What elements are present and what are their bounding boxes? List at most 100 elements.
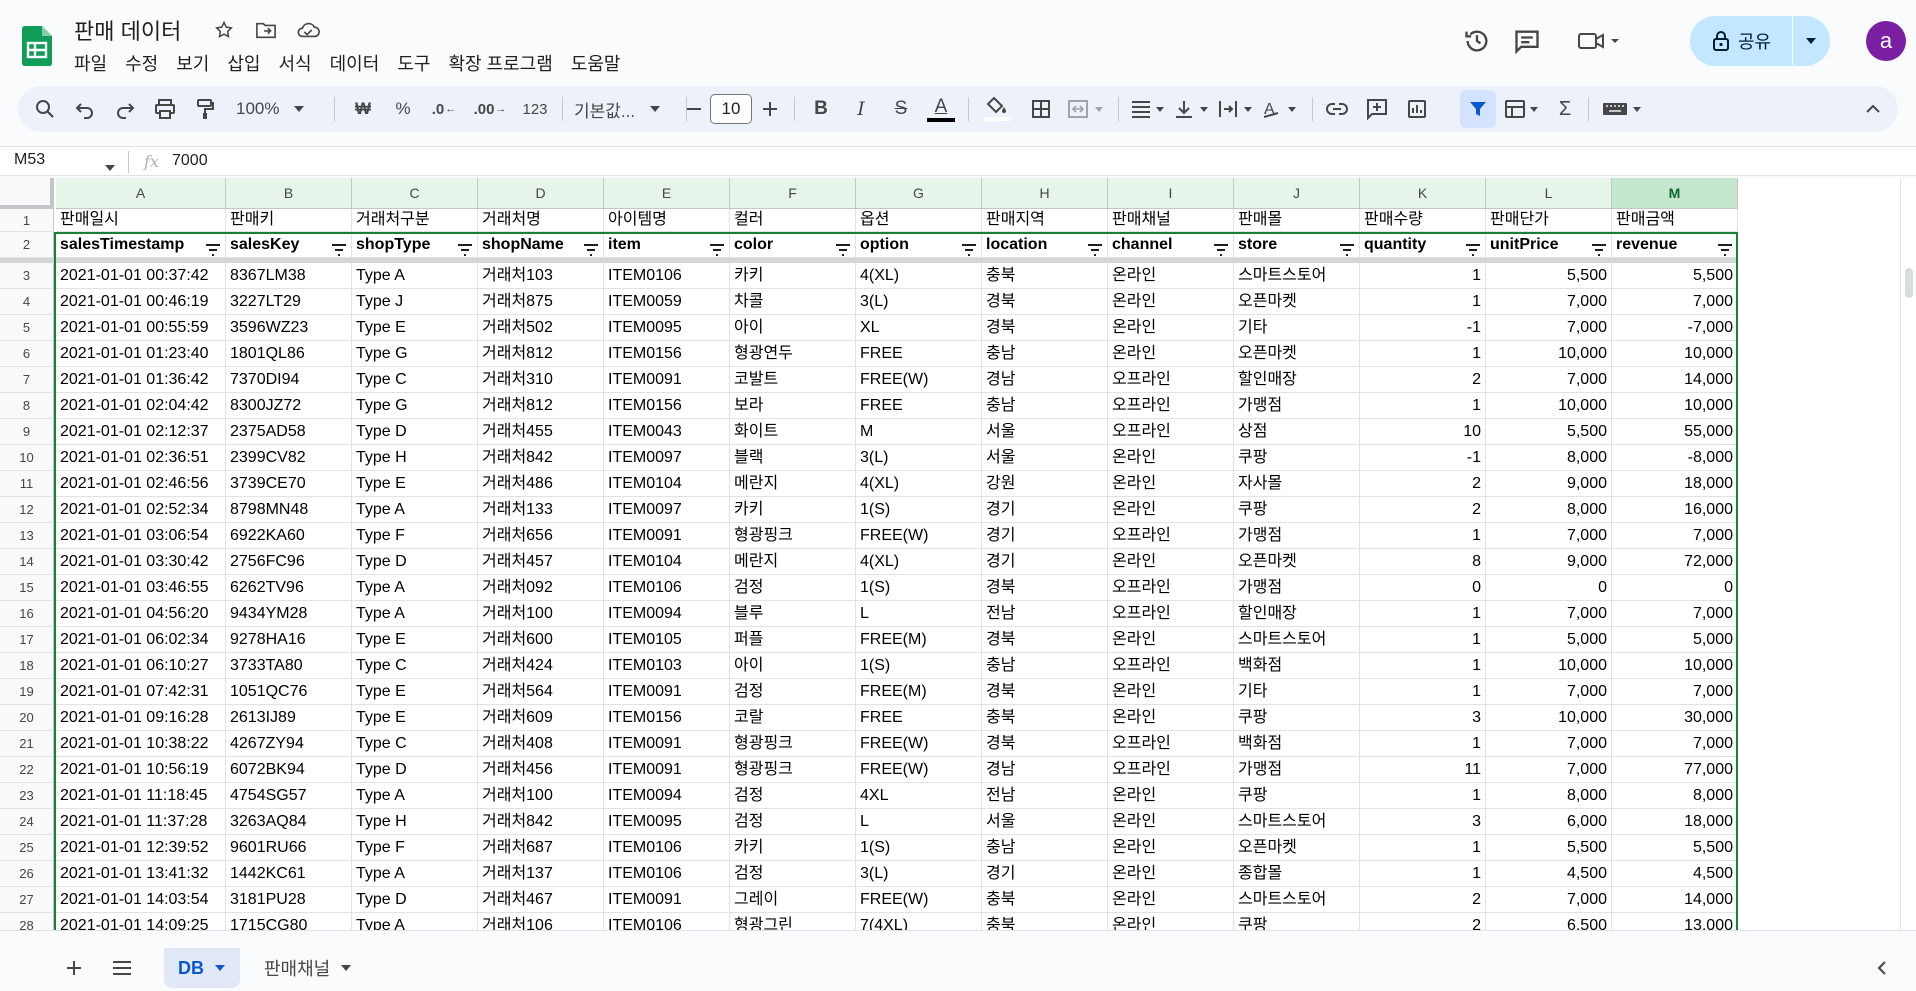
row-header-9[interactable]: 9 [0,419,54,445]
data-cell[interactable]: FREE [856,341,982,367]
data-cell[interactable]: 1 [1360,601,1486,627]
row-header-19[interactable]: 19 [0,679,54,705]
data-cell[interactable]: 경북 [982,289,1108,315]
data-cell[interactable]: 2021-01-01 06:02:34 [56,627,226,653]
data-cell[interactable]: 거래처812 [478,393,604,419]
data-cell[interactable]: 검정 [730,861,856,887]
data-cell[interactable]: 3263AQ84 [226,809,352,835]
data-cell[interactable]: ITEM0043 [604,419,730,445]
data-cell[interactable]: 온라인 [1108,809,1234,835]
data-cell[interactable]: 온라인 [1108,627,1234,653]
data-cell[interactable]: ITEM0156 [604,393,730,419]
data-cell[interactable]: 스마트스토어 [1234,887,1360,913]
data-cell[interactable]: 3 [1360,705,1486,731]
data-cell[interactable]: 7,000 [1612,289,1738,315]
data-cell[interactable]: 2021-01-01 11:18:45 [56,783,226,809]
menu-insert[interactable]: 삽입 [218,48,269,78]
data-cell[interactable]: 가맹점 [1234,757,1360,783]
data-cell[interactable]: 2 [1360,887,1486,913]
data-cell[interactable]: L [856,809,982,835]
data-cell[interactable]: 가맹점 [1234,523,1360,549]
column-filter-icon[interactable] [1339,239,1355,256]
data-cell[interactable]: 온라인 [1108,705,1234,731]
data-cell[interactable]: 온라인 [1108,887,1234,913]
data-cell[interactable]: 오프라인 [1108,419,1234,445]
data-cell[interactable]: Type A [352,497,478,523]
data-cell[interactable]: 거래처456 [478,757,604,783]
filter-views-icon[interactable] [1502,86,1546,132]
row-header-26[interactable]: 26 [0,861,54,887]
data-cell[interactable]: 충북 [982,913,1108,930]
data-cell[interactable]: 1051QC76 [226,679,352,705]
data-cell[interactable]: 스마트스토어 [1234,809,1360,835]
data-cell[interactable]: 거래처875 [478,289,604,315]
data-cell[interactable]: 4267ZY94 [226,731,352,757]
data-cell[interactable]: 10,000 [1486,705,1612,731]
menu-data[interactable]: 데이터 [321,48,389,78]
data-cell[interactable]: FREE(W) [856,523,982,549]
format-percent-button[interactable]: % [388,86,418,132]
field-header-cell[interactable]: shopName [478,232,604,258]
row-header-3[interactable]: 3 [0,263,54,289]
data-cell[interactable]: 77,000 [1612,757,1738,783]
data-cell[interactable]: 7,000 [1486,757,1612,783]
data-cell[interactable]: 오픈마켓 [1234,835,1360,861]
data-cell[interactable]: 7,000 [1486,887,1612,913]
data-cell[interactable]: 30,000 [1612,705,1738,731]
field-header-cell[interactable]: quantity [1360,232,1486,258]
column-header-c[interactable]: C [352,178,478,209]
data-cell[interactable]: Type D [352,549,478,575]
zoom-select[interactable]: 100% [236,86,320,132]
data-cell[interactable]: ITEM0095 [604,809,730,835]
data-cell[interactable]: 거래처310 [478,367,604,393]
data-cell[interactable]: 10,000 [1612,653,1738,679]
data-cell[interactable]: 11 [1360,757,1486,783]
column-header-i[interactable]: I [1108,178,1234,209]
row-header-8[interactable]: 8 [0,393,54,419]
data-cell[interactable]: 7,000 [1486,679,1612,705]
data-cell[interactable]: 1442KC61 [226,861,352,887]
header-kr-cell[interactable]: 판매몰 [1234,209,1360,232]
data-cell[interactable]: 4(XL) [856,263,982,289]
data-cell[interactable]: 1(S) [856,575,982,601]
field-header-cell[interactable]: revenue [1612,232,1738,258]
data-cell[interactable]: 2021-01-01 02:46:56 [56,471,226,497]
data-cell[interactable]: ITEM0091 [604,731,730,757]
data-cell[interactable]: 3(L) [856,445,982,471]
decrease-decimal-button[interactable]: .0 ← [426,86,462,132]
data-cell[interactable]: 거래처656 [478,523,604,549]
data-cell[interactable]: 2021-01-01 02:04:42 [56,393,226,419]
add-sheet-plus-icon[interactable] [62,956,86,980]
data-cell[interactable]: FREE(W) [856,887,982,913]
field-header-cell[interactable]: location [982,232,1108,258]
data-cell[interactable]: 거래처600 [478,627,604,653]
name-box[interactable]: M53 [14,151,114,169]
data-cell[interactable]: 8,000 [1486,497,1612,523]
header-kr-cell[interactable]: 판매금액 [1612,209,1738,232]
row-header-14[interactable]: 14 [0,549,54,575]
data-cell[interactable]: 4,500 [1486,861,1612,887]
name-box-chevron-down-icon[interactable] [104,159,116,177]
data-cell[interactable]: 72,000 [1612,549,1738,575]
share-button[interactable]: 공유 [1690,16,1830,66]
vertical-scrollbar[interactable] [1900,178,1916,930]
data-cell[interactable]: 1 [1360,289,1486,315]
data-cell[interactable]: 스마트스토어 [1234,627,1360,653]
data-cell[interactable]: 2021-01-01 01:36:42 [56,367,226,393]
data-cell[interactable]: 거래처424 [478,653,604,679]
column-filter-icon[interactable] [457,239,473,256]
data-cell[interactable]: 1 [1360,731,1486,757]
cloud-saved-icon[interactable] [296,18,320,42]
field-header-cell[interactable]: salesTimestamp [56,232,226,258]
row-header-4[interactable]: 4 [0,289,54,315]
data-cell[interactable]: 기타 [1234,315,1360,341]
data-cell[interactable]: Type A [352,913,478,930]
data-cell[interactable]: 4(XL) [856,471,982,497]
data-cell[interactable]: 10,000 [1486,341,1612,367]
data-cell[interactable]: 가맹점 [1234,393,1360,419]
data-cell[interactable]: 1 [1360,341,1486,367]
data-cell[interactable]: 경북 [982,575,1108,601]
data-cell[interactable]: 10,000 [1486,653,1612,679]
field-header-cell[interactable]: option [856,232,982,258]
increase-decimal-button[interactable]: .00 → [470,86,510,132]
